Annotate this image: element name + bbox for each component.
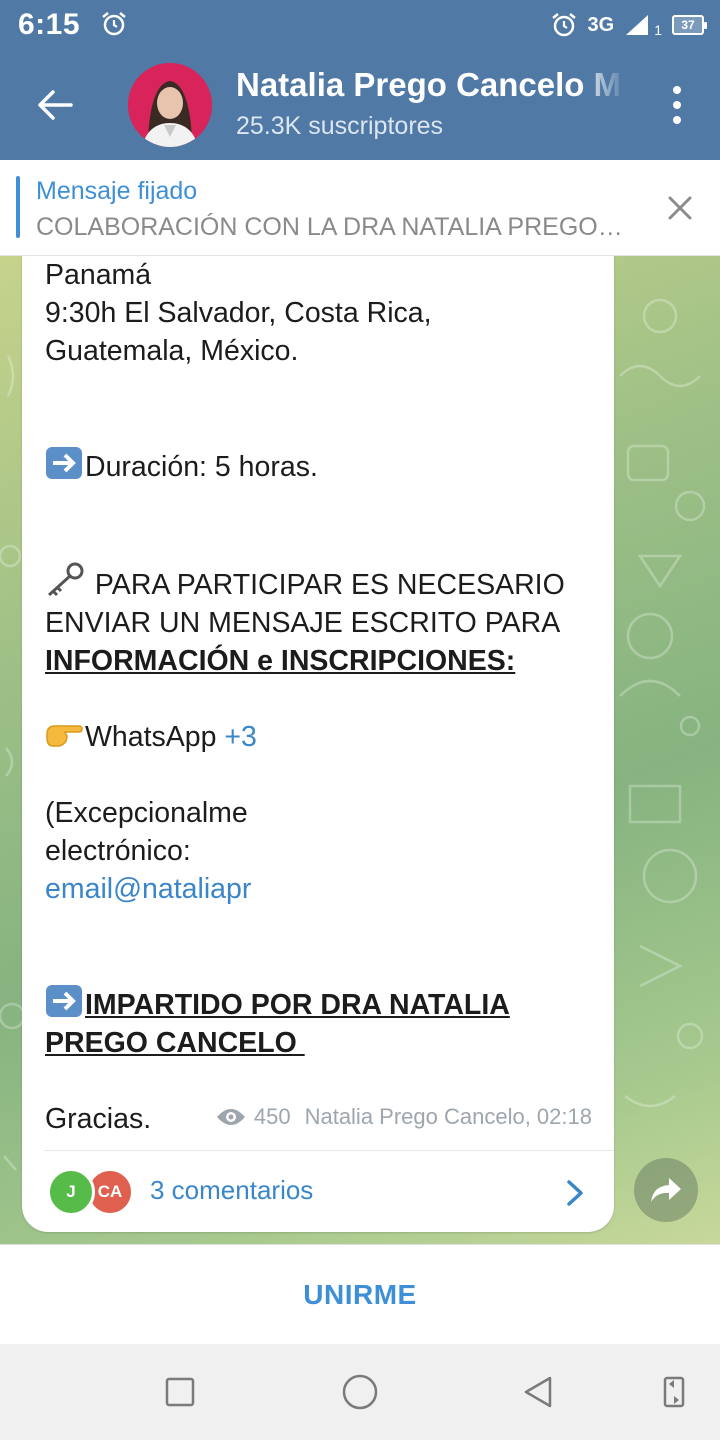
- pinned-title: Mensaje fijado: [36, 177, 198, 205]
- key-icon: [47, 562, 84, 597]
- back-nav-button[interactable]: [516, 1370, 560, 1414]
- duration-text: Duración: 5 horas.: [85, 451, 318, 483]
- text-line: PREGO CANCELO: [45, 1027, 305, 1059]
- join-button[interactable]: UNIRME: [0, 1244, 720, 1344]
- recents-button[interactable]: [158, 1370, 202, 1414]
- author-time: Natalia Prego Cancelo, 02:18: [304, 1104, 592, 1129]
- comments-button[interactable]: J CA 3 comentarios: [22, 1150, 614, 1232]
- email-link[interactable]: email@nataliapr: [45, 870, 251, 908]
- battery-icon: 37: [672, 15, 707, 35]
- close-icon[interactable]: [666, 194, 694, 222]
- view-count: 450: [253, 1104, 291, 1129]
- status-indicators: 3G 1 37: [550, 8, 707, 42]
- whatsapp-link[interactable]: +3: [224, 718, 257, 756]
- sim-slot: 1: [654, 22, 662, 38]
- alarm-icon: [551, 13, 576, 37]
- alarm-icon: [102, 12, 126, 36]
- whatsapp-label: WhatsApp: [85, 721, 225, 753]
- more-options-button[interactable]: [662, 82, 692, 128]
- right-arrow-emoji-icon: [46, 447, 82, 479]
- status-time: 6:15: [18, 8, 81, 41]
- signal-icon: [626, 15, 649, 35]
- triangle-back-icon: [524, 1376, 552, 1408]
- chat-area[interactable]: Panamá 9:30h El Salvador, Costa Rica, Gu…: [0, 256, 720, 1244]
- share-icon: [651, 1178, 681, 1202]
- post-body: Panamá 9:30h El Salvador, Costa Rica, Gu…: [45, 256, 605, 1138]
- pointing-hand-emoji-icon: [46, 725, 83, 747]
- text-line: Panamá: [45, 259, 152, 291]
- pinned-accent-bar: [16, 176, 20, 238]
- right-arrow-emoji-icon: [46, 985, 82, 1017]
- back-arrow-icon: [38, 90, 73, 120]
- avatar: J: [47, 1168, 95, 1216]
- channel-title[interactable]: Natalia Prego Cancelo M: [236, 66, 626, 104]
- home-button[interactable]: [338, 1370, 382, 1414]
- chevron-right-icon: [567, 1180, 583, 1206]
- rotate-icon: [663, 1376, 685, 1408]
- text-line: 9:30h El Salvador, Costa Rica,: [45, 297, 432, 329]
- join-label: UNIRME: [303, 1278, 417, 1310]
- system-nav-bar: [0, 1344, 720, 1440]
- square-icon: [165, 1377, 195, 1407]
- circle-icon: [342, 1374, 378, 1410]
- network-type: 3G: [587, 13, 615, 36]
- text-line: electrónico:: [45, 835, 191, 867]
- subscriber-count: 25.3K suscriptores: [236, 112, 444, 140]
- share-button[interactable]: [634, 1158, 698, 1222]
- rotate-button[interactable]: [652, 1370, 696, 1414]
- text-line: (Excepcionalme: [45, 797, 248, 829]
- post-meta: 450 Natalia Prego Cancelo, 02:18: [216, 1104, 592, 1130]
- text-line: IMPARTIDO POR DRA NATALIA: [85, 989, 510, 1021]
- channel-header: Natalia Prego Cancelo M 25.3K suscriptor…: [0, 50, 720, 160]
- channel-avatar[interactable]: [128, 63, 212, 147]
- avatar-photo: [128, 63, 212, 147]
- more-vert-icon: [673, 86, 681, 94]
- text-line: Guatemala, México.: [45, 335, 299, 367]
- pinned-text: COLABORACIÓN CON LA DRA NATALIA PREGO CA…: [36, 213, 626, 241]
- text-line: ENVIAR UN MENSAJE ESCRITO PARA: [45, 607, 561, 639]
- channel-post[interactable]: Panamá 9:30h El Salvador, Costa Rica, Gu…: [22, 256, 614, 1232]
- comments-label: 3 comentarios: [150, 1175, 314, 1205]
- text-line: PARA PARTICIPAR ES NECESARIO: [87, 569, 565, 601]
- back-button[interactable]: [20, 72, 90, 138]
- pinned-message-bar[interactable]: Mensaje fijado COLABORACIÓN CON LA DRA N…: [0, 160, 720, 256]
- eye-icon: [216, 1109, 245, 1125]
- info-heading: INFORMACIÓN e INSCRIPCIONES:: [45, 645, 516, 677]
- status-bar: 6:15 3G 1 37: [0, 0, 720, 50]
